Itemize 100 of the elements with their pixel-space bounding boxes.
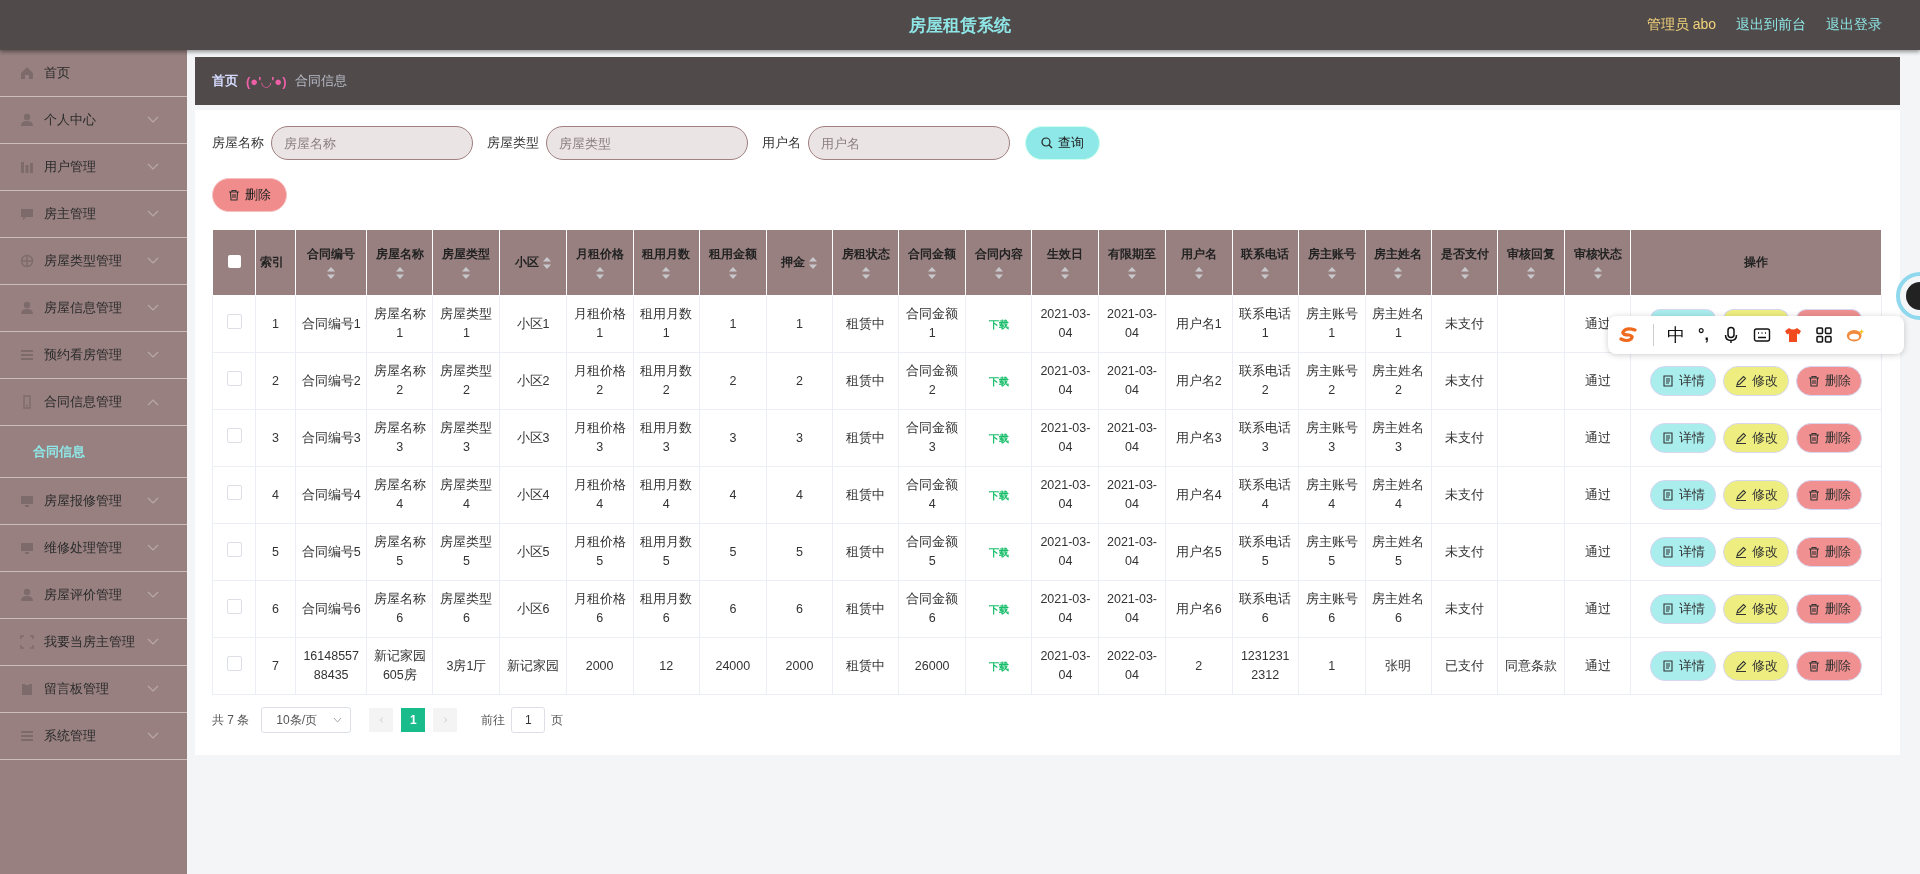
column-header[interactable]: 押金 xyxy=(781,254,806,271)
details-button[interactable]: 详情 xyxy=(1650,366,1717,396)
table-cell: 小区5 xyxy=(499,523,567,581)
download-link[interactable]: 下载 xyxy=(988,432,1009,444)
row-checkbox[interactable] xyxy=(226,598,242,614)
row-checkbox[interactable] xyxy=(226,655,242,671)
column-header[interactable]: 合同金额 xyxy=(908,246,957,263)
page-size-select[interactable]: 10条/页 xyxy=(261,707,352,733)
column-header[interactable]: 房主姓名 xyxy=(1374,246,1423,263)
column-header[interactable]: 月租价格 xyxy=(575,246,624,263)
sidebar-item[interactable]: 系统管理 xyxy=(0,713,187,760)
column-header[interactable]: 审核回复 xyxy=(1507,246,1556,263)
punctuation-toggle[interactable]: °, xyxy=(1698,326,1709,344)
table-cell: 6 xyxy=(699,580,767,638)
edit-button[interactable]: 修改 xyxy=(1723,423,1790,453)
column-header[interactable]: 是否支付 xyxy=(1440,246,1489,263)
previous-page-button[interactable] xyxy=(369,708,394,732)
sidebar-item[interactable]: 首页 xyxy=(0,50,187,97)
table-cell: 租赁中 xyxy=(832,523,899,581)
column-header[interactable]: 用户名 xyxy=(1180,246,1217,263)
column-header[interactable]: 联系电话 xyxy=(1241,246,1290,263)
sidebar-item[interactable]: 房屋类型管理 xyxy=(0,238,187,285)
search-field[interactable]: 用户名 xyxy=(808,126,1010,160)
edit-button[interactable]: 修改 xyxy=(1723,594,1790,624)
details-button[interactable]: 详情 xyxy=(1650,423,1717,453)
column-header[interactable]: 租用金额 xyxy=(708,246,757,263)
page-input[interactable]: 1 xyxy=(511,707,546,733)
row-checkbox[interactable] xyxy=(226,313,242,329)
table-cell: 合同金额5 xyxy=(898,523,966,581)
delete-button[interactable]: 删除 xyxy=(1796,651,1863,681)
download-link[interactable]: 下载 xyxy=(988,375,1009,387)
sidebar-subitem[interactable]: 合同信息 xyxy=(33,442,85,461)
details-button[interactable]: 详情 xyxy=(1650,480,1717,510)
header-link[interactable]: 退出到前台 xyxy=(1736,16,1806,34)
delete-button[interactable]: 删除 xyxy=(1796,480,1863,510)
sidebar-item[interactable]: 合同信息管理 xyxy=(0,379,187,426)
row-checkbox[interactable] xyxy=(226,427,242,443)
download-link[interactable]: 下载 xyxy=(988,546,1009,558)
select-all-checkbox[interactable] xyxy=(227,254,241,268)
column-header[interactable]: 有限期至 xyxy=(1108,246,1156,263)
column-header[interactable]: 房屋名称 xyxy=(375,246,424,263)
trash-icon xyxy=(1807,660,1820,672)
download-link[interactable]: 下载 xyxy=(988,660,1009,672)
sidebar-item[interactable]: 留言板管理 xyxy=(0,666,187,713)
column-header[interactable]: 房屋类型 xyxy=(442,246,491,263)
row-checkbox[interactable] xyxy=(226,484,242,500)
page-button[interactable]: 1 xyxy=(401,708,426,732)
field-label: 房屋类型 xyxy=(487,134,539,152)
breadcrumb-separator: (●'◡'●) xyxy=(246,73,287,89)
crosshair-icon xyxy=(20,254,34,268)
edit-button[interactable]: 修改 xyxy=(1723,480,1790,510)
details-button[interactable]: 详情 xyxy=(1650,594,1717,624)
column-header[interactable]: 房主账号 xyxy=(1307,246,1356,263)
details-button[interactable]: 详情 xyxy=(1650,651,1717,681)
search-button[interactable]: 查询 xyxy=(1025,126,1100,160)
header-link[interactable]: 退出登录 xyxy=(1826,16,1882,34)
input-mode-toggle[interactable]: 中 xyxy=(1667,323,1685,347)
delete-button[interactable]: 删除 xyxy=(1796,594,1863,624)
column-header[interactable]: 审核状态 xyxy=(1573,246,1622,263)
table-cell: 通过 xyxy=(1564,580,1631,638)
phone-icon xyxy=(20,395,34,409)
column-header[interactable]: 合同编号 xyxy=(307,246,356,263)
sidebar-item[interactable]: 维修处理管理 xyxy=(0,525,187,572)
sidebar-item[interactable]: 个人中心 xyxy=(0,97,187,144)
delete-button[interactable]: 删除 xyxy=(1796,366,1863,396)
sidebar-item[interactable]: 房屋评价管理 xyxy=(0,572,187,619)
download-link[interactable]: 下载 xyxy=(988,318,1009,330)
table-cell: 26000 xyxy=(898,637,966,695)
search-field[interactable]: 房屋名称 xyxy=(271,126,473,160)
edit-button[interactable]: 修改 xyxy=(1723,651,1790,681)
row-checkbox[interactable] xyxy=(226,370,242,386)
sidebar-item[interactable]: 房屋报修管理 xyxy=(0,478,187,525)
delete-button[interactable]: 删除 xyxy=(1796,423,1863,453)
column-header[interactable]: 房租状态 xyxy=(841,246,890,263)
edit-button[interactable]: 修改 xyxy=(1723,537,1790,567)
search-field[interactable]: 房屋类型 xyxy=(546,126,748,160)
delete-button[interactable]: 删除 xyxy=(212,178,287,212)
table-cell: 合同金额6 xyxy=(898,580,966,638)
monitor-icon xyxy=(20,494,34,508)
column-header[interactable]: 生效日 xyxy=(1047,246,1084,263)
sidebar-item[interactable]: 预约看房管理 xyxy=(0,332,187,379)
edit-button[interactable]: 修改 xyxy=(1723,366,1790,396)
sidebar-item[interactable]: 房屋信息管理 xyxy=(0,285,187,332)
column-header[interactable]: 小区 xyxy=(515,254,539,271)
breadcrumb-link[interactable]: 首页 xyxy=(212,72,238,90)
sidebar-item[interactable]: 用户管理 xyxy=(0,144,187,191)
table-cell: 12 xyxy=(633,637,700,695)
row-checkbox[interactable] xyxy=(226,541,242,557)
delete-button[interactable]: 删除 xyxy=(1796,537,1863,567)
column-header[interactable]: 合同内容 xyxy=(974,246,1023,263)
search-icon xyxy=(1041,137,1053,149)
download-link[interactable]: 下载 xyxy=(988,603,1009,615)
sidebar-item[interactable]: 房主管理 xyxy=(0,191,187,238)
user-name: 管理员 abo xyxy=(1646,16,1716,34)
next-page-button[interactable] xyxy=(433,708,458,732)
download-link[interactable]: 下载 xyxy=(988,489,1009,501)
document-icon xyxy=(1661,489,1674,501)
column-header[interactable]: 租用月数 xyxy=(642,246,691,263)
sidebar-item[interactable]: 我要当房主管理 xyxy=(0,619,187,666)
details-button[interactable]: 详情 xyxy=(1650,537,1717,567)
